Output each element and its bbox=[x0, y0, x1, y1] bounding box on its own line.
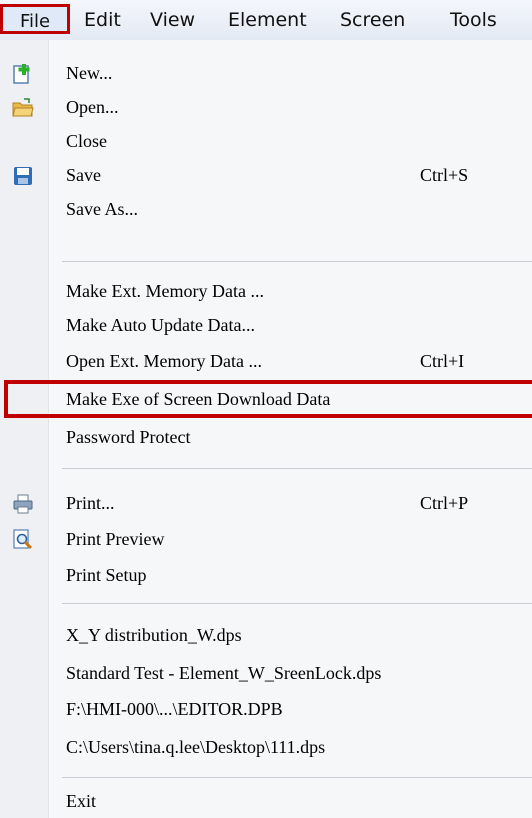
separator bbox=[62, 261, 532, 262]
menu-tools[interactable]: Tools bbox=[450, 6, 497, 34]
menu-item-new[interactable]: New... bbox=[0, 56, 532, 90]
menu-edit[interactable]: Edit bbox=[84, 6, 121, 34]
recent-file-4[interactable]: C:\Users\tina.q.lee\Desktop\111.dps bbox=[0, 730, 532, 764]
menu-item-save-as[interactable]: Save As... bbox=[0, 192, 532, 226]
menu-item-label: C:\Users\tina.q.lee\Desktop\111.dps bbox=[66, 737, 326, 757]
recent-file-2[interactable]: Standard Test - Element_W_SreenLock.dps bbox=[0, 656, 532, 690]
menu-item-label: F:\HMI-000\...\EDITOR.DPB bbox=[66, 699, 283, 719]
menu-item-open-ext-memory-data[interactable]: Open Ext. Memory Data ... Ctrl+I bbox=[0, 344, 532, 378]
menu-element[interactable]: Element bbox=[228, 6, 307, 34]
shortcut-label: Ctrl+P bbox=[420, 493, 469, 513]
menu-item-print-setup[interactable]: Print Setup bbox=[0, 558, 532, 592]
file-menu-dropdown: New... Open... Close Save Ctrl+S Save As… bbox=[0, 40, 532, 818]
menu-item-password-protect[interactable]: Password Protect bbox=[0, 420, 532, 454]
menu-item-label: Print Preview bbox=[66, 529, 165, 549]
menu-item-label: Open... bbox=[66, 97, 119, 117]
menu-item-label: X_Y distribution_W.dps bbox=[66, 625, 242, 645]
separator bbox=[62, 468, 532, 469]
menu-item-exit[interactable]: Exit bbox=[0, 784, 532, 818]
menu-item-label: Print... bbox=[66, 493, 115, 513]
open-folder-icon bbox=[12, 96, 34, 118]
save-icon bbox=[12, 164, 34, 186]
separator bbox=[62, 777, 532, 778]
menu-item-label: Save bbox=[66, 165, 101, 185]
menu-item-label: Standard Test - Element_W_SreenLock.dps bbox=[66, 663, 382, 683]
menu-view[interactable]: View bbox=[150, 6, 195, 34]
shortcut-label: Ctrl+S bbox=[420, 165, 469, 185]
new-file-icon bbox=[12, 62, 34, 84]
menu-item-label: Make Ext. Memory Data ... bbox=[66, 281, 264, 301]
menu-file[interactable]: File bbox=[0, 4, 70, 34]
menu-item-label: Password Protect bbox=[66, 427, 191, 447]
menu-item-label: Make Auto Update Data... bbox=[66, 315, 255, 335]
menu-item-label: Open Ext. Memory Data ... bbox=[66, 351, 262, 371]
menu-item-label: Exit bbox=[66, 791, 96, 811]
menu-item-print[interactable]: Print... Ctrl+P bbox=[0, 486, 532, 520]
recent-file-3[interactable]: F:\HMI-000\...\EDITOR.DPB bbox=[0, 692, 532, 726]
menu-item-make-auto-update-data[interactable]: Make Auto Update Data... bbox=[0, 308, 532, 342]
highlight-annotation bbox=[4, 380, 532, 418]
menu-item-close[interactable]: Close bbox=[0, 124, 532, 158]
print-preview-icon bbox=[12, 528, 34, 550]
menu-item-make-ext-memory-data[interactable]: Make Ext. Memory Data ... bbox=[0, 274, 532, 308]
recent-file-1[interactable]: X_Y distribution_W.dps bbox=[0, 618, 532, 652]
menu-screen[interactable]: Screen bbox=[340, 6, 405, 34]
menu-item-label: Close bbox=[66, 131, 108, 151]
menu-item-open[interactable]: Open... bbox=[0, 90, 532, 124]
menu-item-label: Save As... bbox=[66, 199, 138, 219]
menu-item-label: New... bbox=[66, 63, 113, 83]
menu-bar: File Edit View Element Screen Tools bbox=[0, 0, 532, 41]
menu-item-save[interactable]: Save Ctrl+S bbox=[0, 158, 532, 192]
shortcut-label: Ctrl+I bbox=[420, 351, 465, 371]
menu-item-print-preview[interactable]: Print Preview bbox=[0, 522, 532, 556]
separator bbox=[62, 603, 532, 604]
printer-icon bbox=[12, 492, 34, 514]
menu-item-label: Print Setup bbox=[66, 565, 147, 585]
